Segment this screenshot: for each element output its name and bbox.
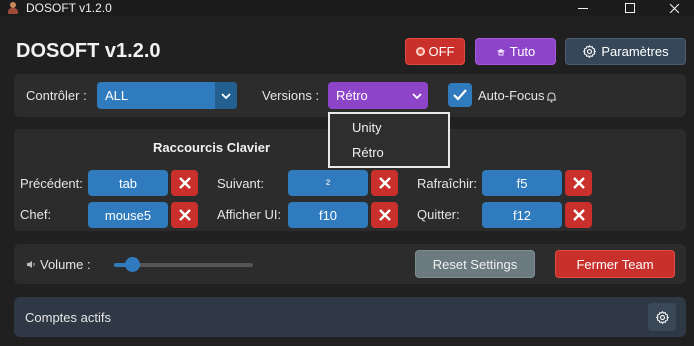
shortcut-key-precedent[interactable]: tab <box>88 170 168 196</box>
close-icon <box>572 177 585 189</box>
autofocus-label: Auto-Focus <box>478 88 545 103</box>
versions-dropdown-list: Unity Rétro <box>328 112 450 168</box>
shortcut-label-afficher-ui: Afficher UI: <box>217 207 282 222</box>
clear-shortcut-precedent-button[interactable] <box>171 170 198 196</box>
versions-option-unity[interactable]: Unity <box>352 120 382 135</box>
speaker-icon <box>27 261 35 268</box>
chevron-down-icon[interactable] <box>215 82 237 109</box>
tuto-button[interactable]: Tuto <box>475 38 556 65</box>
clear-shortcut-suivant-button[interactable] <box>371 170 398 196</box>
close-icon <box>178 209 191 221</box>
tutorial-icon <box>496 48 505 55</box>
accounts-title: Comptes actifs <box>25 310 111 325</box>
shortcut-label-rafraichir: Rafraîchir: <box>417 176 477 191</box>
shortcut-key-rafraichir[interactable]: f5 <box>482 170 562 196</box>
shortcut-label-precedent: Précédent: <box>20 176 83 191</box>
versions-label: Versions : <box>262 88 320 103</box>
shortcut-key-afficher-ui[interactable]: f10 <box>288 202 368 228</box>
shortcut-key-chef[interactable]: mouse5 <box>88 202 168 228</box>
volume-slider-handle[interactable] <box>124 257 140 272</box>
parametres-button-label: Paramètres <box>601 44 669 59</box>
window-titlebar: DOSOFT v1.2.0 <box>0 0 694 16</box>
window-title: DOSOFT v1.2.0 <box>26 1 112 15</box>
versions-option-retro[interactable]: Rétro <box>352 145 384 160</box>
reset-settings-button[interactable]: Reset Settings <box>415 250 535 278</box>
shortcut-label-quitter: Quitter: <box>417 207 460 222</box>
checkmark-icon <box>453 89 467 101</box>
close-icon <box>669 3 679 13</box>
accounts-panel <box>14 297 686 337</box>
maximize-icon <box>625 3 635 13</box>
bell-icon <box>547 92 556 103</box>
fermer-team-button[interactable]: Fermer Team <box>555 250 675 278</box>
versions-select-value: Rétro <box>336 88 368 103</box>
app-title: DOSOFT v1.2.0 <box>16 40 161 62</box>
off-button[interactable]: OFF <box>405 38 465 65</box>
shortcut-key-suivant[interactable]: ² <box>288 170 368 196</box>
maximize-button[interactable] <box>610 0 650 16</box>
clear-shortcut-quitter-button[interactable] <box>565 202 592 228</box>
clear-shortcut-afficher-ui-button[interactable] <box>371 202 398 228</box>
app-character-icon <box>6 1 20 15</box>
close-icon <box>378 177 391 189</box>
controller-select-value: ALL <box>105 88 129 103</box>
shortcut-key-quitter[interactable]: f12 <box>482 202 562 228</box>
close-window-button[interactable] <box>654 0 694 16</box>
clear-shortcut-rafraichir-button[interactable] <box>565 170 592 196</box>
gear-icon <box>655 310 669 324</box>
controller-select[interactable]: ALL <box>97 82 237 109</box>
versions-select[interactable]: Rétro <box>328 82 428 109</box>
shortcuts-title: Raccourcis Clavier <box>153 140 271 155</box>
shortcut-label-chef: Chef: <box>20 207 52 222</box>
shortcut-label-suivant: Suivant: <box>217 176 264 191</box>
parametres-button[interactable]: Paramètres <box>565 38 686 65</box>
close-icon <box>572 209 585 221</box>
clear-shortcut-chef-button[interactable] <box>171 202 198 228</box>
accounts-settings-button[interactable] <box>648 303 676 331</box>
minimize-button[interactable] <box>563 0 603 16</box>
chevron-down-icon[interactable] <box>406 82 428 109</box>
close-icon <box>378 209 391 221</box>
controller-label: Contrôler : <box>26 88 87 103</box>
minimize-icon <box>578 7 588 9</box>
gear-icon <box>583 45 597 58</box>
tuto-button-label: Tuto <box>509 44 536 59</box>
close-icon <box>178 177 191 189</box>
volume-label: Volume : <box>40 257 91 272</box>
power-dot-icon <box>415 47 425 56</box>
autofocus-checkbox[interactable] <box>448 83 472 107</box>
off-button-label: OFF <box>428 44 455 59</box>
